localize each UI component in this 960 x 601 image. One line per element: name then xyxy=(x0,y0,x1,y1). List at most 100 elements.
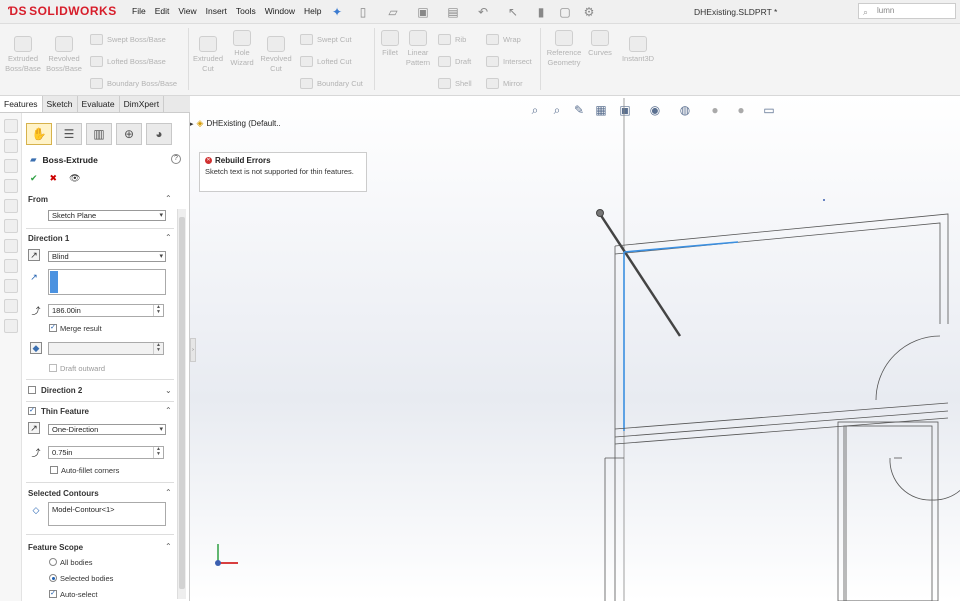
solidworks-logo[interactable]: ƊS SOLIDWORKS xyxy=(8,4,117,18)
tool-icon[interactable] xyxy=(4,119,18,133)
lofted-boss-button[interactable]: Lofted Boss/Base xyxy=(90,56,166,67)
tool-icon[interactable] xyxy=(4,159,18,173)
spin-arrows-icon[interactable]: ▲ ▼ xyxy=(153,305,163,316)
boundary-boss-button[interactable]: Boundary Boss/Base xyxy=(90,78,177,89)
tool-icon[interactable] xyxy=(4,279,18,293)
spin-arrows-icon[interactable]: ▲ ▼ xyxy=(153,343,163,354)
end-condition-select[interactable]: Blind ▾ xyxy=(48,251,166,262)
instant3d-button[interactable]: Instant3D xyxy=(618,36,658,64)
from-header[interactable]: From xyxy=(28,195,48,204)
boundary-cut-button[interactable]: Boundary Cut xyxy=(300,78,363,89)
selected-contours-header[interactable]: Selected Contours xyxy=(28,489,99,498)
draft-icon[interactable]: ◆ xyxy=(30,342,42,354)
menu-file[interactable]: File xyxy=(132,6,146,16)
pin-icon[interactable]: ✦ xyxy=(328,3,346,21)
rib-button[interactable]: Rib xyxy=(438,34,466,45)
expand-caret-icon[interactable]: ⌄ xyxy=(165,386,172,395)
wrap-button[interactable]: Wrap xyxy=(486,34,521,45)
direction-selection-box[interactable] xyxy=(48,269,166,295)
collapse-caret-icon[interactable]: ⌃ xyxy=(165,233,172,242)
draft-angle-input[interactable]: ▲ ▼ xyxy=(48,342,164,355)
tab-evaluate[interactable]: Evaluate xyxy=(78,96,120,112)
tool-icon[interactable] xyxy=(4,219,18,233)
thickness-input[interactable]: 0.75in ▲ ▼ xyxy=(48,446,164,459)
tab-dimxpert[interactable]: DimXpert xyxy=(120,96,165,112)
property-manager-tab[interactable]: ✋ xyxy=(26,123,52,145)
rebuild-icon[interactable]: ▮ xyxy=(532,3,550,21)
extruded-cut-button[interactable]: Extruded Cut xyxy=(192,36,224,74)
intersect-button[interactable]: Intersect xyxy=(486,56,532,67)
menu-help[interactable]: Help xyxy=(304,6,321,16)
lofted-cut-button[interactable]: Lofted Cut xyxy=(300,56,352,67)
configuration-manager-tab[interactable]: ▥ xyxy=(86,123,112,145)
selected-bodies-radio[interactable] xyxy=(49,574,57,582)
auto-select-checkbox[interactable]: ✓ xyxy=(49,590,57,598)
hole-wizard-button[interactable]: Hole Wizard xyxy=(226,30,258,68)
reference-geometry-button[interactable]: Reference Geometry xyxy=(544,30,584,68)
direction1-header[interactable]: Direction 1 xyxy=(28,234,69,243)
thin-feature-checkbox[interactable]: ✓ xyxy=(28,407,36,415)
detailed-preview-icon[interactable]: 👁 xyxy=(69,173,80,184)
tab-sketch[interactable]: Sketch xyxy=(43,96,78,112)
menu-insert[interactable]: Insert xyxy=(206,6,227,16)
swept-boss-button[interactable]: Swept Boss/Base xyxy=(90,34,166,45)
options-gear-icon[interactable]: ⚙ xyxy=(580,3,598,21)
from-select[interactable]: Sketch Plane ▾ xyxy=(48,210,166,221)
tool-icon[interactable] xyxy=(4,179,18,193)
search-input[interactable]: ⌕ lumn xyxy=(858,3,956,19)
merge-result-checkbox[interactable]: ✓ xyxy=(49,324,57,332)
selected-contours-list[interactable]: Model-Contour<1> xyxy=(48,502,166,526)
reverse-direction-icon[interactable]: ↗ xyxy=(28,422,40,434)
scroll-thumb[interactable] xyxy=(179,217,185,589)
save-icon[interactable]: ▣ xyxy=(414,3,432,21)
undo-icon[interactable]: ↶ xyxy=(474,3,492,21)
select-icon[interactable]: ↖ xyxy=(504,3,522,21)
revolved-cut-button[interactable]: Revolved Cut xyxy=(259,36,293,74)
print-icon[interactable]: ▤ xyxy=(444,3,462,21)
file-properties-icon[interactable]: ▢ xyxy=(556,3,574,21)
depth-input[interactable]: 186.00in ▲ ▼ xyxy=(48,304,164,317)
all-bodies-radio[interactable] xyxy=(49,558,57,566)
menu-window[interactable]: Window xyxy=(265,6,295,16)
thin-type-select[interactable]: One-Direction ▾ xyxy=(48,424,166,435)
thin-feature-header[interactable]: Thin Feature xyxy=(41,407,89,416)
collapse-caret-icon[interactable]: ⌃ xyxy=(165,406,172,415)
open-icon[interactable]: ▱ xyxy=(384,3,402,21)
mirror-button[interactable]: Mirror xyxy=(486,78,523,89)
direction2-header[interactable]: Direction 2 xyxy=(41,386,82,395)
extruded-boss-button[interactable]: Extruded Boss/Base xyxy=(4,36,42,74)
tool-icon[interactable] xyxy=(4,199,18,213)
cancel-x-icon[interactable]: ✖ xyxy=(50,173,58,184)
reverse-direction-icon[interactable]: ↗ xyxy=(28,249,40,261)
tool-icon[interactable] xyxy=(4,239,18,253)
fillet-button[interactable]: Fillet xyxy=(378,30,402,58)
shell-button[interactable]: Shell xyxy=(438,78,472,89)
feature-tree-tab[interactable]: ☰ xyxy=(56,123,82,145)
swept-cut-button[interactable]: Swept Cut xyxy=(300,34,352,45)
revolved-boss-button[interactable]: Revolved Boss/Base xyxy=(45,36,83,74)
collapse-caret-icon[interactable]: ⌃ xyxy=(165,488,172,497)
menu-edit[interactable]: Edit xyxy=(155,6,170,16)
tool-icon[interactable] xyxy=(4,259,18,273)
linear-pattern-button[interactable]: Linear Pattern xyxy=(403,30,433,68)
tab-features[interactable]: Features xyxy=(0,96,43,112)
tool-icon[interactable] xyxy=(4,139,18,153)
dimxpert-manager-tab[interactable]: ⊕ xyxy=(116,123,142,145)
draft-outward-checkbox[interactable] xyxy=(49,364,57,372)
tool-icon[interactable] xyxy=(4,319,18,333)
spin-arrows-icon[interactable]: ▲ ▼ xyxy=(153,447,163,458)
feature-scope-header[interactable]: Feature Scope xyxy=(28,543,83,552)
collapse-caret-icon[interactable]: ⌃ xyxy=(165,542,172,551)
collapse-caret-icon[interactable]: ⌃ xyxy=(165,194,172,203)
curves-button[interactable]: Curves xyxy=(586,30,614,58)
menu-view[interactable]: View xyxy=(178,6,196,16)
ok-check-icon[interactable]: ✔ xyxy=(30,173,38,184)
direction2-checkbox[interactable] xyxy=(28,386,36,394)
graphics-area[interactable]: › ▸ ◈ DHExisting (Default.. ✕ Rebuild Err… xyxy=(190,96,960,601)
menu-tools[interactable]: Tools xyxy=(236,6,256,16)
new-document-icon[interactable]: ▯ xyxy=(354,3,372,21)
tool-icon[interactable] xyxy=(4,299,18,313)
pm-scrollbar[interactable] xyxy=(177,209,186,599)
help-icon[interactable]: ? xyxy=(171,154,181,164)
draft-button[interactable]: Draft xyxy=(438,56,471,67)
